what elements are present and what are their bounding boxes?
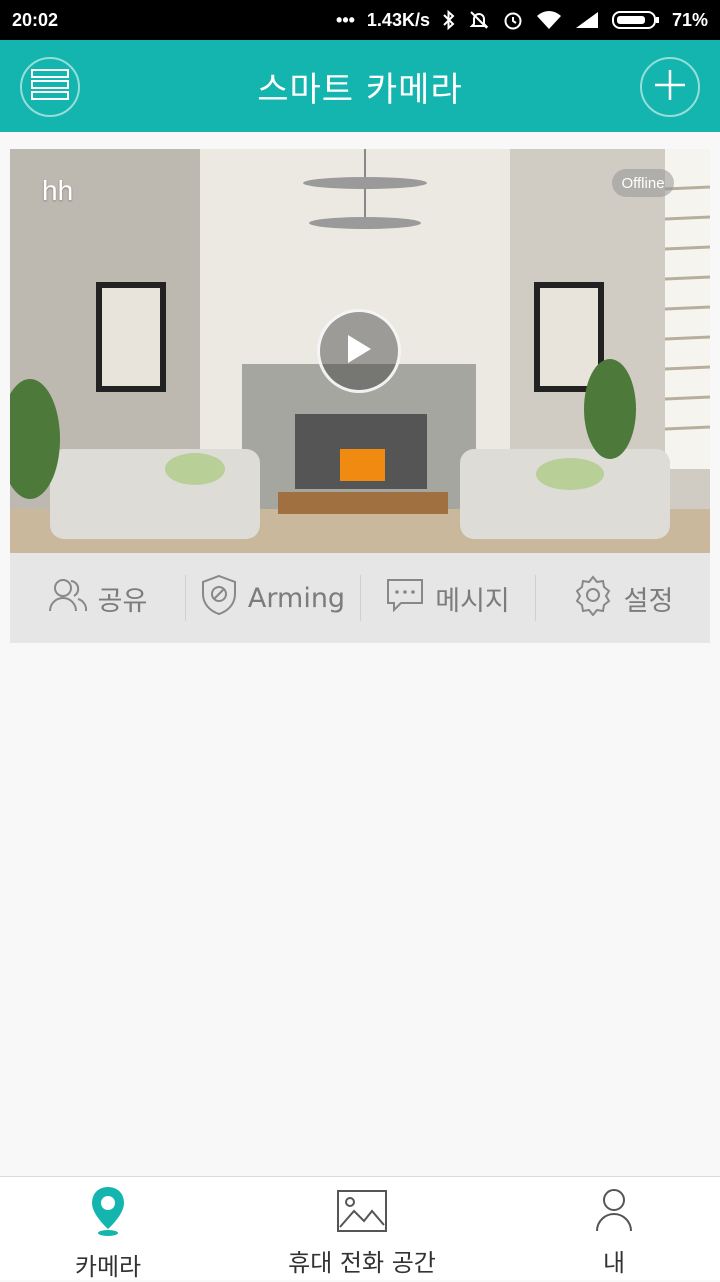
app-header: 스마트 카메라 bbox=[0, 40, 720, 132]
nav-phone-space-label: 휴대 전화 공간 bbox=[288, 1249, 436, 1277]
shield-icon bbox=[200, 574, 238, 623]
nav-me[interactable]: 내 bbox=[564, 1177, 664, 1281]
share-label: 공유 bbox=[97, 585, 148, 617]
camera-card[interactable]: hh Offline 공유 Arming 메시지 설정 bbox=[10, 149, 710, 643]
status-badge: Offline bbox=[612, 169, 674, 197]
message-label: 메시지 bbox=[435, 585, 510, 617]
wifi-icon bbox=[536, 10, 562, 30]
gear-icon bbox=[572, 574, 614, 623]
nav-phone-space[interactable]: 휴대 전화 공간 bbox=[272, 1177, 452, 1281]
status-bar: 20:02 ••• 1.43K/s 71% bbox=[0, 0, 720, 40]
users-icon bbox=[48, 577, 88, 620]
share-button[interactable]: 공유 bbox=[10, 553, 185, 643]
status-time: 20:02 bbox=[12, 9, 59, 30]
message-icon bbox=[385, 577, 425, 620]
message-button[interactable]: 메시지 bbox=[360, 553, 535, 643]
page-title: 스마트 카메라 bbox=[257, 70, 463, 110]
plus-icon bbox=[653, 68, 687, 106]
nav-camera-label: 카메라 bbox=[74, 1253, 142, 1281]
play-icon bbox=[344, 332, 374, 370]
camera-actions: 공유 Arming 메시지 설정 bbox=[10, 553, 710, 643]
person-icon bbox=[594, 1187, 634, 1237]
mute-icon bbox=[468, 9, 490, 31]
location-pin-icon bbox=[90, 1185, 126, 1241]
camera-preview-image[interactable]: hh Offline bbox=[10, 149, 710, 553]
arming-button[interactable]: Arming bbox=[185, 553, 360, 643]
battery-icon bbox=[611, 9, 660, 31]
more-dots-icon: ••• bbox=[336, 9, 355, 30]
add-camera-button[interactable] bbox=[640, 57, 700, 117]
bluetooth-icon bbox=[442, 9, 456, 31]
battery-level: 71% bbox=[671, 9, 708, 30]
network-speed: 1.43K/s bbox=[366, 9, 430, 30]
nav-me-label: 내 bbox=[602, 1249, 626, 1277]
play-button[interactable] bbox=[317, 309, 401, 393]
bottom-nav: 카메라 휴대 전화 공간 내 bbox=[0, 1176, 720, 1281]
camera-name: hh bbox=[42, 175, 74, 206]
settings-label: 설정 bbox=[623, 585, 674, 617]
arming-label: Arming bbox=[247, 582, 346, 614]
settings-button[interactable]: 설정 bbox=[535, 553, 710, 643]
image-icon bbox=[336, 1189, 388, 1237]
nav-camera[interactable]: 카메라 bbox=[48, 1177, 168, 1281]
alarm-icon bbox=[502, 9, 524, 31]
signal-icon bbox=[574, 10, 600, 30]
